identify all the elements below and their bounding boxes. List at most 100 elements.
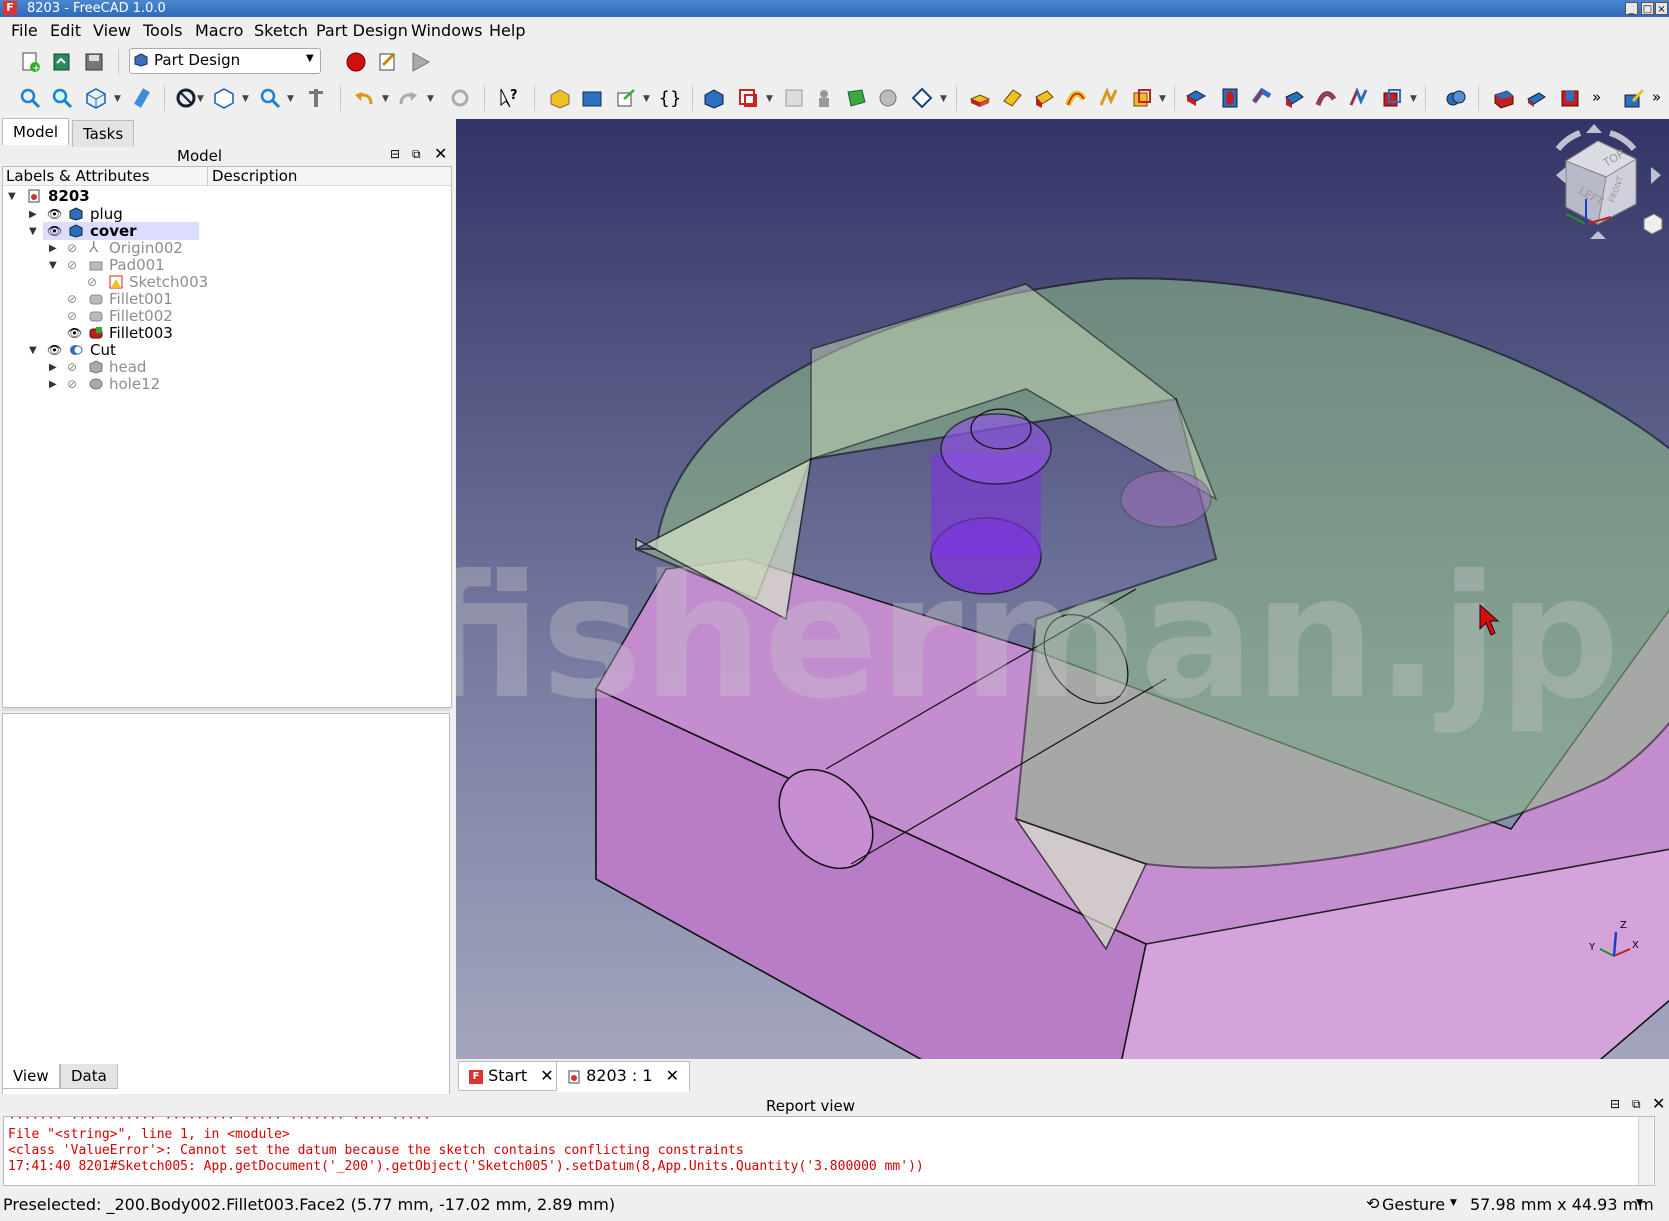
subtractive-pipe-button[interactable] <box>1312 84 1340 112</box>
pad-button[interactable] <box>966 84 994 112</box>
toolbar-overflow-icon[interactable]: » <box>1592 88 1601 106</box>
visible-eye-icon[interactable]: 👁 <box>67 324 82 342</box>
toolbar-overflow-icon[interactable]: » <box>1652 88 1661 106</box>
tab-8203[interactable]: 8203 : 1 ✕ <box>556 1061 691 1092</box>
undo-button[interactable] <box>350 84 378 112</box>
create-part-button[interactable] <box>546 84 574 112</box>
dock-close-icon[interactable]: ✕ <box>1652 1094 1665 1113</box>
hidden-eye-icon[interactable]: ⊘ <box>67 239 77 257</box>
revolution-button[interactable] <box>998 84 1026 112</box>
redo-button[interactable] <box>394 84 422 112</box>
dock-float-icon[interactable]: ⊟ <box>1610 1097 1620 1111</box>
maximize-button[interactable]: □ <box>1641 2 1654 15</box>
additive-helix-button[interactable] <box>1094 84 1122 112</box>
dock-close-icon[interactable]: ✕ <box>434 144 447 163</box>
fit-selection-button[interactable] <box>48 84 76 112</box>
groove-button[interactable] <box>1248 84 1276 112</box>
tree-item-plug[interactable]: ▶ 👁 plug <box>3 205 451 223</box>
menu-windows[interactable]: Windows <box>411 21 482 40</box>
chevron-down-icon[interactable]: ▼ <box>427 94 434 104</box>
refresh-button[interactable] <box>446 84 474 112</box>
subtractive-primitive-button[interactable] <box>1378 84 1406 112</box>
menu-file[interactable]: File <box>11 21 38 40</box>
draw-style-button[interactable] <box>172 84 200 112</box>
measure-distance-button[interactable] <box>128 84 156 112</box>
chevron-down-icon[interactable]: ▼ <box>1636 1198 1643 1208</box>
tab-tasks[interactable]: Tasks <box>72 120 135 147</box>
menu-view[interactable]: View <box>93 21 131 40</box>
tab-data[interactable]: Data <box>60 1064 118 1089</box>
chamfer-button[interactable] <box>1490 84 1518 112</box>
report-output[interactable]: ······· ··········· ········· ····· ····… <box>3 1116 1655 1186</box>
tree-item-fillet002[interactable]: ⊘ Fillet002 <box>3 307 451 325</box>
save-document-button[interactable] <box>80 48 108 76</box>
macro-edit-button[interactable] <box>374 48 402 76</box>
subtractive-helix-button[interactable] <box>1344 84 1372 112</box>
zoom-button[interactable] <box>256 84 284 112</box>
hole-button[interactable] <box>1216 84 1244 112</box>
draft-button[interactable] <box>1522 84 1550 112</box>
tree-item-cover[interactable]: ▼ 👁 cover <box>3 222 451 240</box>
create-sketch-button[interactable] <box>734 84 762 112</box>
chevron-down-icon[interactable]: ▼ <box>766 94 773 104</box>
menu-help[interactable]: Help <box>489 21 525 40</box>
isometric-view-button[interactable] <box>82 84 110 112</box>
workbench-selector[interactable]: Part Design ▼ <box>129 48 321 74</box>
3d-view[interactable]: © fisherman.jp TOP LEFT FRONT <box>456 119 1669 1059</box>
close-tab-icon[interactable]: ✕ <box>540 1066 553 1085</box>
tab-start[interactable]: F Start ✕ <box>458 1061 565 1091</box>
tree-item-fillet001[interactable]: ⊘ Fillet001 <box>3 290 451 308</box>
menu-part-design[interactable]: Part Design <box>316 21 408 40</box>
create-link-button[interactable] <box>612 84 640 112</box>
tab-model[interactable]: Model <box>2 118 70 145</box>
sketcher-button[interactable] <box>1620 84 1648 112</box>
hidden-eye-icon[interactable]: ⊘ <box>87 273 97 291</box>
hidden-eye-icon[interactable]: ⊘ <box>67 358 77 376</box>
tree-item-sketch003[interactable]: ⊘ Sketch003 <box>3 273 451 291</box>
menu-edit[interactable]: Edit <box>50 21 81 40</box>
navigation-style-selector[interactable]: Gesture <box>1382 1195 1445 1214</box>
menu-tools[interactable]: Tools <box>143 21 182 40</box>
clone-button[interactable] <box>874 84 902 112</box>
dock-float-icon[interactable]: ⊟ <box>390 147 400 161</box>
subshape-binder-button[interactable] <box>842 84 870 112</box>
chevron-down-icon[interactable]: ▼ <box>197 94 204 104</box>
boolean-button[interactable] <box>1442 84 1470 112</box>
create-body-button[interactable] <box>700 84 728 112</box>
column-description[interactable]: Description <box>212 167 297 185</box>
minimize-button[interactable]: _ <box>1625 2 1638 15</box>
hidden-eye-icon[interactable]: ⊘ <box>67 256 77 274</box>
visible-eye-icon[interactable]: 👁 <box>47 341 62 359</box>
tree-item-fillet003[interactable]: 👁 Fillet003 <box>3 324 451 342</box>
create-group-button[interactable] <box>578 84 606 112</box>
visible-eye-icon[interactable]: 👁 <box>47 222 62 240</box>
menu-macro[interactable]: Macro <box>195 21 243 40</box>
std-views-button[interactable] <box>210 84 238 112</box>
open-document-button[interactable] <box>48 48 76 76</box>
hidden-eye-icon[interactable]: ⊘ <box>67 307 77 325</box>
tree-item-document[interactable]: ▼ 8203 <box>3 187 451 205</box>
macro-record-button[interactable] <box>342 48 370 76</box>
splitter-handle[interactable] <box>2 708 450 711</box>
hidden-eye-icon[interactable]: ⊘ <box>67 375 77 393</box>
pocket-button[interactable] <box>1182 84 1210 112</box>
collapsed-arrow-icon[interactable]: ▶ <box>49 376 57 394</box>
navigation-style-icon[interactable]: ⟲ <box>1366 1194 1379 1213</box>
visible-eye-icon[interactable]: 👁 <box>47 205 62 223</box>
subtractive-loft-button[interactable] <box>1280 84 1308 112</box>
dock-detach-icon[interactable]: ⧉ <box>412 147 421 162</box>
tree-item-pad001[interactable]: ▼ ⊘ Pad001 <box>3 256 451 274</box>
chevron-down-icon[interactable]: ▼ <box>114 94 121 104</box>
validate-sketch-button[interactable] <box>780 84 808 112</box>
close-tab-icon[interactable]: ✕ <box>666 1066 679 1085</box>
additive-loft-button[interactable] <box>1030 84 1058 112</box>
column-labels-attributes[interactable]: Labels & Attributes <box>6 167 150 185</box>
chevron-down-icon[interactable]: ▼ <box>382 94 389 104</box>
shape-binder-button[interactable] <box>810 84 838 112</box>
close-button[interactable]: × <box>1655 2 1668 15</box>
chevron-down-icon[interactable]: ▼ <box>287 94 294 104</box>
dock-detach-icon[interactable]: ⧉ <box>1632 1097 1641 1112</box>
chevron-down-icon[interactable]: ▼ <box>643 94 650 104</box>
additive-pipe-button[interactable] <box>1062 84 1090 112</box>
thickness-button[interactable] <box>1556 84 1584 112</box>
